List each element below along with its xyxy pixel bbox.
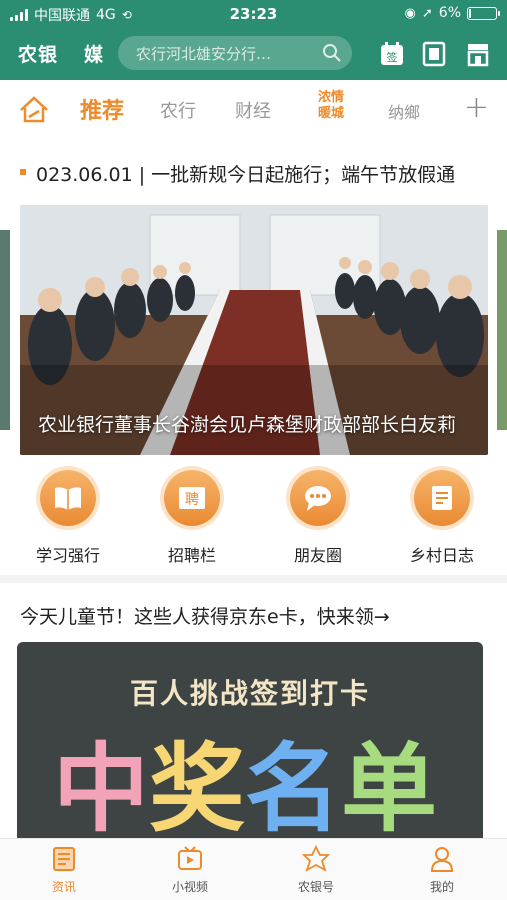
ticker-text: 023.06.01 | 一批新规今日起施行；端午节放假通 (36, 164, 456, 186)
svg-text:签: 签 (387, 50, 398, 64)
quick-recruit-label: 招聘栏 (167, 546, 216, 565)
carousel-next-peek[interactable] (497, 230, 507, 430)
battery-icon (467, 6, 500, 20)
home-tab-icon[interactable] (18, 94, 50, 124)
quick-study[interactable]: 学习强行 (13, 470, 123, 566)
nav-abc-account[interactable]: 农银号 (271, 844, 361, 895)
banner-caption: 农业银行董事长谷澍会见卢森堡财政部部长白友莉 (38, 414, 457, 436)
nav-profile[interactable]: 我的 (397, 845, 487, 895)
nav-news[interactable]: 资讯 (19, 845, 109, 895)
recruit-icon: 聘 (164, 470, 220, 526)
news-ticker[interactable]: 023.06.01 | 一批新规今日起施行；端午节放假通 (0, 152, 507, 192)
promo-char-2: 奖 (149, 733, 245, 845)
tab-5[interactable]: 纳鄉 (388, 99, 420, 123)
shop-icon[interactable] (464, 40, 492, 68)
video-icon (178, 846, 202, 870)
carousel-prev-peek[interactable] (0, 230, 10, 430)
diary-icon (414, 470, 470, 526)
nav-abc-account-label: 农银号 (297, 880, 334, 894)
tab-finance[interactable]: 财经 (235, 97, 271, 123)
quick-moments-label: 朋友圈 (293, 546, 342, 565)
news-icon (53, 847, 75, 871)
quick-recruit[interactable]: 聘 招聘栏 (137, 470, 247, 566)
location-icon: ➚ (421, 5, 433, 21)
scan-icon[interactable] (420, 40, 448, 68)
tab-warm-city-line1: 浓情 (317, 90, 344, 105)
promo-char-1: 中 (53, 733, 149, 845)
book-icon (40, 470, 96, 526)
tab-warm-city[interactable]: 浓情 暖城 (311, 90, 351, 122)
promo-char-3: 名 (245, 733, 341, 845)
channel-tabs: 推荐 农行 财经 浓情 暖城 纳鄉 + (0, 80, 507, 138)
section-divider (0, 575, 507, 583)
search-icon (323, 44, 341, 62)
tab-warm-city-line2: 暖城 (317, 106, 344, 121)
media-tab[interactable]: 媒 (84, 40, 103, 67)
quick-study-label: 学习强行 (35, 546, 100, 565)
nav-profile-label: 我的 (429, 880, 454, 894)
app-header: 农银 媒 农行河北雄安分行… 签 (0, 28, 507, 80)
chat-icon (290, 470, 346, 526)
tab-recommend[interactable]: 推荐 (80, 93, 124, 125)
quick-diary[interactable]: 乡村日志 (387, 470, 497, 566)
bottom-nav: 资讯 小视频 农银号 我的 (0, 838, 507, 900)
search-input[interactable]: 农行河北雄安分行… (118, 36, 352, 70)
promo-headline: 中奖名单 (53, 734, 437, 844)
profile-icon (430, 847, 454, 872)
battery-fill (469, 8, 471, 18)
quick-moments[interactable]: 朋友圈 (263, 470, 373, 566)
nav-news-label: 资讯 (51, 880, 76, 894)
rotation-lock-icon: ◉ (404, 5, 416, 21)
brand-tab[interactable]: 农银 (18, 40, 58, 67)
tab-abc[interactable]: 农行 (160, 97, 196, 123)
promo-char-4: 单 (341, 733, 437, 845)
ticker-bullet (20, 169, 26, 175)
battery-percent: 6% (438, 5, 461, 21)
nav-video-label: 小视频 (171, 880, 208, 894)
star-icon (301, 844, 331, 872)
headline-banner[interactable]: 农业银行董事长谷澍会见卢森堡财政部部长白友莉 (20, 205, 488, 455)
nav-video[interactable]: 小视频 (145, 845, 235, 895)
promo-banner[interactable]: 百人挑战签到打卡 中奖名单 (17, 642, 483, 852)
search-placeholder: 农行河北雄安分行… (136, 45, 272, 63)
status-bar: 中国联通 4G ⟲ 23:23 ◉ ➚ 6% (0, 0, 507, 28)
promo-title[interactable]: 今天儿童节！这些人获得京东e卡，快来领→ (20, 602, 390, 629)
sign-in-icon[interactable]: 签 (378, 40, 406, 68)
quick-diary-label: 乡村日志 (409, 546, 474, 565)
quick-entries: 学习强行 聘 招聘栏 朋友圈 乡村日志 (0, 470, 507, 570)
add-channel-button[interactable]: + (464, 90, 489, 125)
svg-text:聘: 聘 (185, 492, 199, 508)
promo-subtitle: 百人挑战签到打卡 (129, 677, 370, 710)
